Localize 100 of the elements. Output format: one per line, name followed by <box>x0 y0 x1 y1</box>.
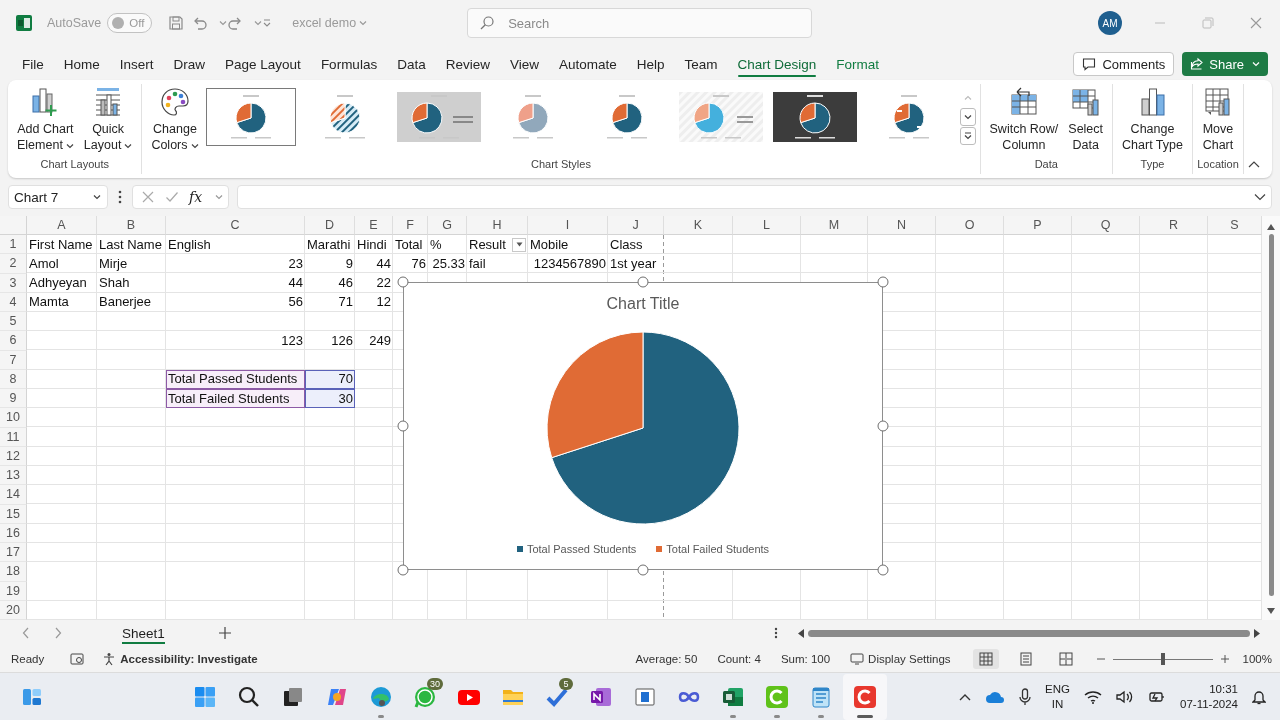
clock-time[interactable]: 10:31 <box>1209 681 1238 697</box>
expand-formula-icon[interactable] <box>1254 193 1266 201</box>
ribbon-tab[interactable]: Help <box>626 50 675 78</box>
ribbon-tab[interactable]: Automate <box>548 50 627 78</box>
language-label[interactable]: ENG <box>1045 681 1070 697</box>
zoom-level[interactable]: 100% <box>1242 653 1272 665</box>
undo-icon[interactable] <box>192 15 209 31</box>
legend-label[interactable]: Total Failed Students <box>666 543 770 555</box>
close-icon[interactable] <box>1250 17 1262 29</box>
column-header[interactable]: J <box>608 216 664 235</box>
ribbon-tab[interactable]: File <box>12 50 54 78</box>
more-styles-button[interactable] <box>959 127 976 145</box>
search-field[interactable]: Search <box>467 8 813 38</box>
row-header[interactable]: 2 <box>0 254 27 274</box>
view-button[interactable] <box>972 649 999 669</box>
scroll-down-icon[interactable] <box>1267 608 1275 614</box>
customize-icon[interactable] <box>262 18 273 28</box>
four-squares-icon[interactable] <box>193 684 217 709</box>
column-header[interactable]: R <box>1140 216 1208 235</box>
ribbon-tab[interactable]: Page Layout <box>215 50 311 78</box>
row-header[interactable]: 6 <box>0 331 27 351</box>
ribbon-button[interactable]: Quick Layout <box>78 84 138 153</box>
ribbon-button[interactable]: Change Chart Type <box>1117 84 1188 153</box>
name-box[interactable]: Chart 7 <box>8 185 108 209</box>
add-sheet-icon[interactable] <box>218 627 231 639</box>
column-header[interactable]: I <box>528 216 608 235</box>
column-header[interactable]: B <box>97 216 166 235</box>
sheet-tab[interactable]: Sheet1 <box>114 621 173 645</box>
search-icon[interactable] <box>237 684 261 709</box>
slider-thumb[interactable] <box>1160 653 1165 665</box>
globe-icon[interactable] <box>369 684 393 709</box>
ribbon-tab[interactable]: Team <box>674 50 728 78</box>
ribbon-tab[interactable]: Data <box>387 50 436 78</box>
next-sheet-icon[interactable] <box>54 627 62 639</box>
legend-label[interactable]: Total Passed Students <box>526 543 637 555</box>
column-header[interactable]: M <box>801 216 868 235</box>
resize-handle[interactable] <box>637 564 649 576</box>
formula-field[interactable] <box>237 185 1272 209</box>
filter-button[interactable] <box>512 237 526 252</box>
zoom-out-icon[interactable] <box>1096 655 1105 663</box>
ribbon-tab[interactable]: Draw <box>163 50 216 78</box>
ribbon-tab[interactable]: Insert <box>109 50 164 78</box>
ribbon-tab[interactable]: Format <box>826 50 890 78</box>
wifi-icon[interactable] <box>1084 689 1102 704</box>
scroll-right-icon[interactable] <box>1254 628 1260 638</box>
column-header[interactable]: H <box>467 216 528 235</box>
column-header[interactable]: O <box>936 216 1004 235</box>
chart-style-thumbnail[interactable] <box>205 88 296 146</box>
vertical-scrollbar[interactable] <box>1262 216 1280 620</box>
scroll-up-icon[interactable] <box>1267 224 1275 230</box>
chevron-up-icon[interactable] <box>959 692 972 701</box>
cancel-icon[interactable] <box>141 190 155 204</box>
ribbon-tab[interactable]: Home <box>53 50 110 78</box>
row-header[interactable]: 10 <box>0 408 27 428</box>
scroll-down-button[interactable] <box>959 108 976 126</box>
column-header[interactable]: P <box>1004 216 1072 235</box>
ribbon-button[interactable]: Change Colors <box>146 84 204 153</box>
column-header[interactable]: C <box>166 216 305 235</box>
resize-handle[interactable] <box>637 276 649 288</box>
chart-title[interactable]: Chart Title <box>606 293 680 315</box>
more-options-icon[interactable] <box>774 627 778 639</box>
column-header[interactable]: S <box>1208 216 1262 235</box>
display-settings-button[interactable]: Display Settings <box>850 653 951 665</box>
open-ring-icon[interactable] <box>765 684 789 709</box>
notepad-icon[interactable] <box>809 684 833 709</box>
region-label[interactable]: IN <box>1051 696 1064 712</box>
ribbon-button[interactable]: Move Chart <box>1196 84 1239 153</box>
column-header[interactable]: L <box>733 216 801 235</box>
ribbon-button[interactable]: Select Data <box>1063 84 1109 153</box>
notification-bell-icon[interactable] <box>1252 688 1266 705</box>
accessibility-button[interactable]: Accessibility: Investigate <box>102 652 258 666</box>
row-header[interactable]: 13 <box>0 466 27 486</box>
column-header[interactable]: G <box>428 216 467 235</box>
ribbon-tab[interactable]: View <box>499 50 549 78</box>
microphone-icon[interactable] <box>1019 687 1032 706</box>
column-header[interactable]: Q <box>1072 216 1140 235</box>
save-icon[interactable] <box>168 15 185 31</box>
chart-area[interactable]: Chart Title Total Passed Students Total Failed Students <box>403 282 883 570</box>
more-options-icon[interactable] <box>118 190 122 204</box>
resize-handle[interactable] <box>397 276 409 288</box>
column-header[interactable]: E <box>355 216 393 235</box>
resize-handle[interactable] <box>397 420 409 432</box>
ribbon-tab[interactable]: Formulas <box>310 50 388 78</box>
resize-handle[interactable] <box>877 564 889 576</box>
comments-button[interactable]: Comments <box>1073 52 1175 76</box>
insert-function-button[interactable]: fx <box>189 189 203 205</box>
resize-handle[interactable] <box>877 276 889 288</box>
row-header[interactable]: 17 <box>0 543 27 563</box>
speaker-icon[interactable] <box>1116 689 1134 704</box>
avatar[interactable]: AM <box>1098 11 1122 35</box>
open-ring-icon[interactable] <box>853 684 877 709</box>
column-header[interactable]: N <box>868 216 936 235</box>
resize-handle[interactable] <box>397 564 409 576</box>
clock-date[interactable]: 07-11-2024 <box>1180 696 1238 712</box>
horizontal-scrollbar[interactable] <box>798 627 1260 639</box>
confirm-icon[interactable] <box>165 190 179 204</box>
row-header[interactable]: 14 <box>0 485 27 505</box>
row-header[interactable]: 5 <box>0 312 27 332</box>
column-header[interactable]: A <box>27 216 97 235</box>
resize-handle[interactable] <box>877 420 889 432</box>
